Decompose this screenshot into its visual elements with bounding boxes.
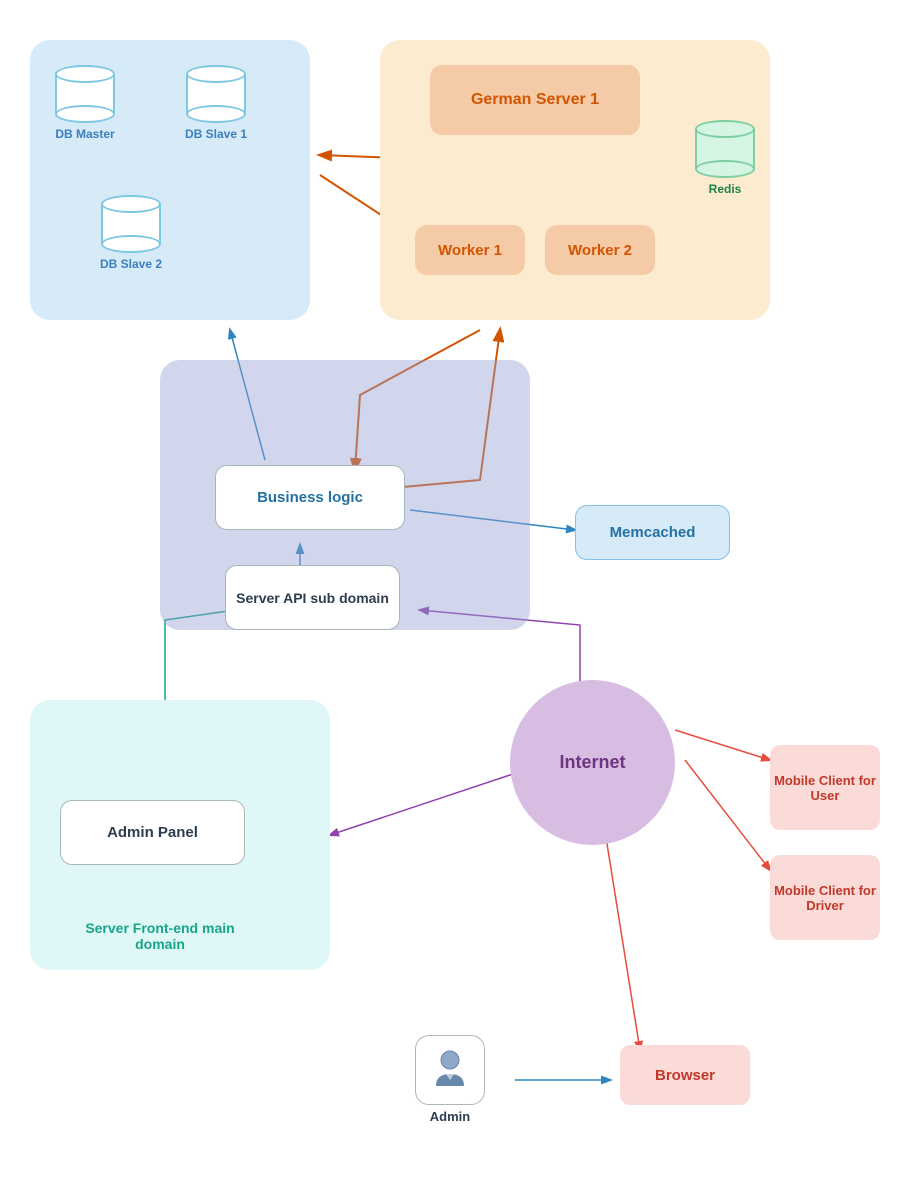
- browser: Browser: [620, 1045, 750, 1105]
- admin-svg: [426, 1046, 474, 1094]
- mobile-client-driver: Mobile Client for Driver: [770, 855, 880, 940]
- db-slave2: DB Slave 2: [100, 195, 162, 271]
- redis: Redis: [695, 120, 755, 196]
- diagram: DB Master DB Slave 1 DB Slave 2 German S…: [0, 0, 917, 1200]
- worker2: Worker 2: [545, 225, 655, 275]
- german-server: German Server 1: [430, 65, 640, 135]
- business-logic: Business logic: [215, 465, 405, 530]
- db-master: DB Master: [55, 65, 115, 141]
- db-slave1: DB Slave 1: [185, 65, 247, 141]
- server-api: Server API sub domain: [225, 565, 400, 630]
- frontend-label: Server Front-end main domain: [60, 920, 260, 952]
- admin-figure: Admin: [415, 1035, 485, 1124]
- worker1: Worker 1: [415, 225, 525, 275]
- mobile-client-user: Mobile Client for User: [770, 745, 880, 830]
- memcached: Memcached: [575, 505, 730, 560]
- admin-label: Admin: [430, 1109, 470, 1124]
- admin-icon: [415, 1035, 485, 1105]
- internet: Internet: [510, 680, 675, 845]
- admin-panel: Admin Panel: [60, 800, 245, 865]
